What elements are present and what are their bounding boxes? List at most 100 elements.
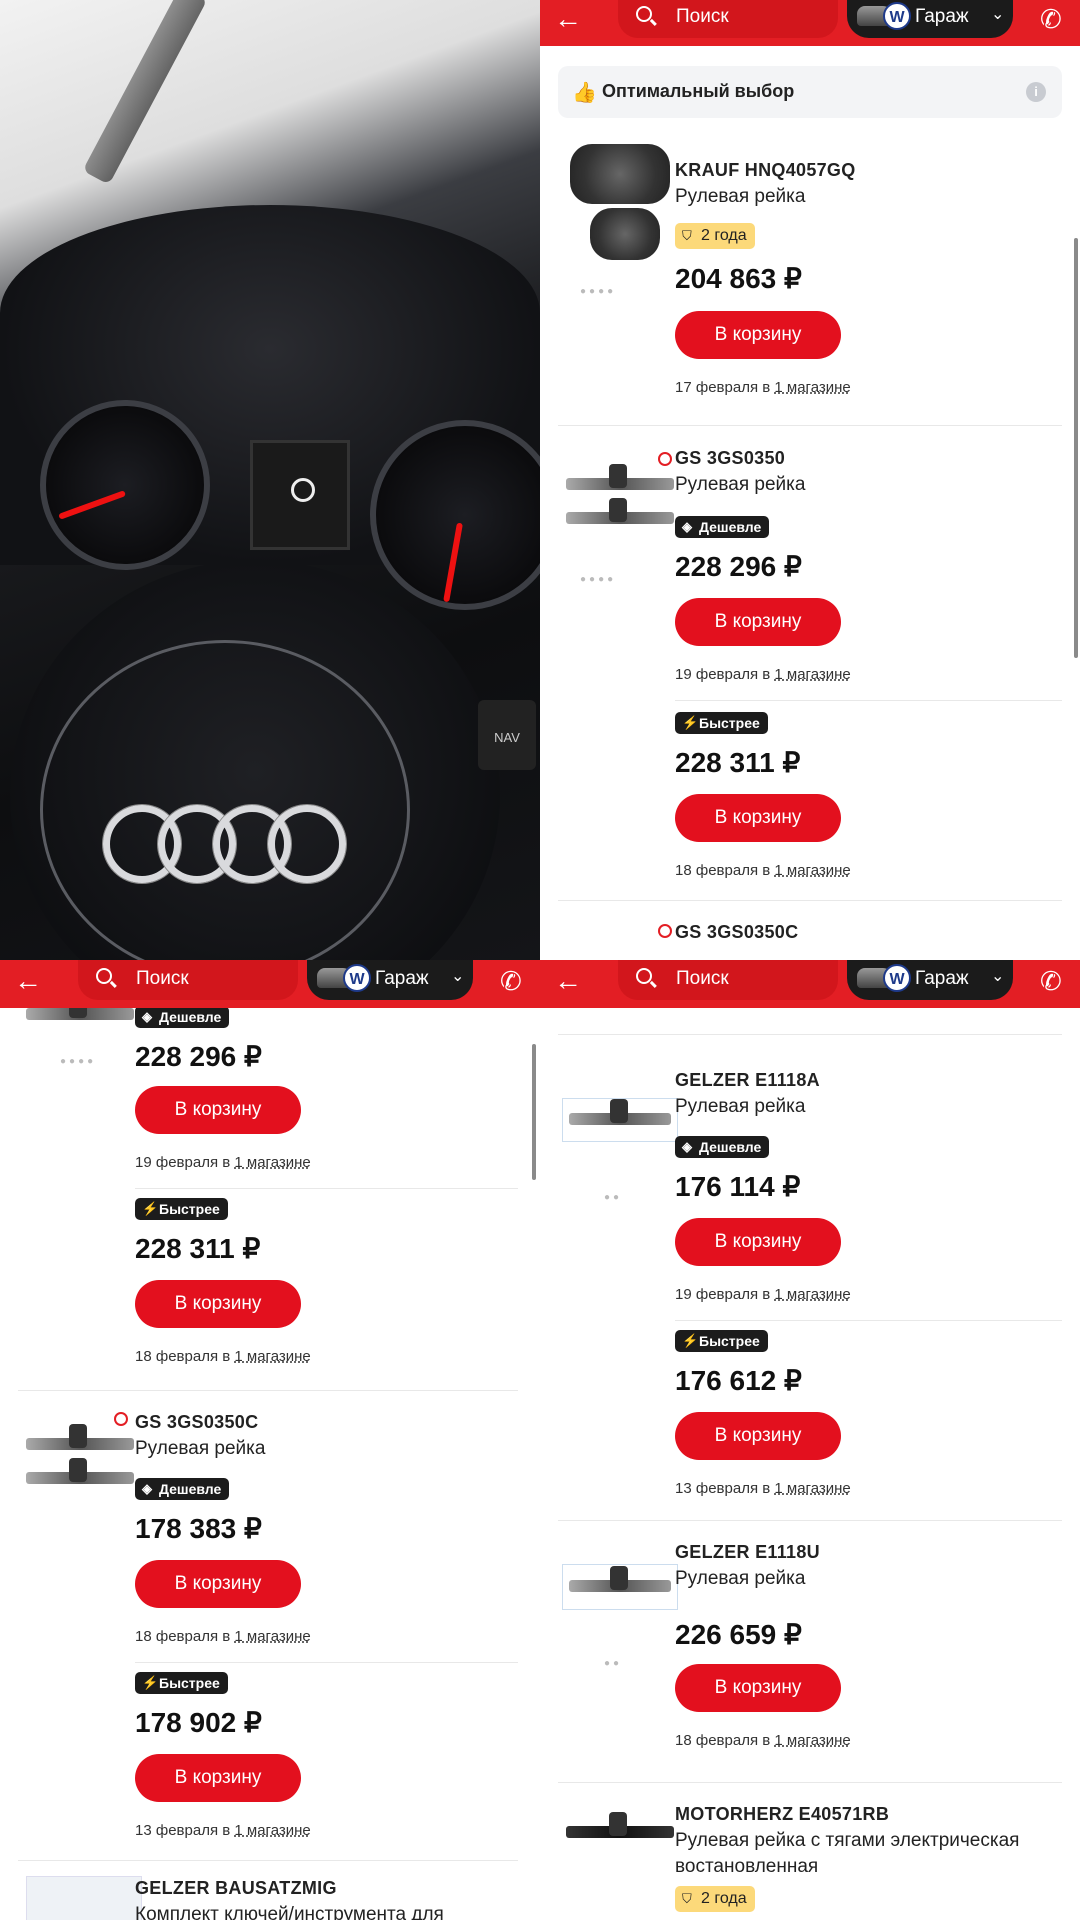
search-icon: [636, 968, 652, 984]
tachometer-gauge: [40, 400, 210, 570]
delivery-in: в: [222, 1348, 231, 1365]
delivery-in: в: [762, 666, 771, 683]
store-link[interactable]: 1 магазине: [234, 1154, 310, 1171]
store-link[interactable]: 1 магазине: [774, 1480, 850, 1497]
product-brand[interactable]: GS 3GS0350C: [675, 922, 798, 943]
steering-rack-shape: [569, 1566, 671, 1592]
delivery-in: в: [762, 862, 771, 879]
vw-logo-icon: W: [343, 964, 371, 992]
screenshot-top-right: 👍 Оптимальный выбор i ●●●● KRAUF HNQ4057…: [540, 0, 1080, 960]
add-to-cart-button[interactable]: В корзину: [675, 794, 841, 842]
garage-button[interactable]: W Гараж ⌄: [847, 960, 1013, 1000]
product-brand[interactable]: GS 3GS0350: [675, 448, 785, 469]
divider: [558, 1034, 1062, 1035]
search-placeholder: Поиск: [136, 968, 189, 989]
steering-rack-shape: [566, 1812, 674, 1838]
delivery-info: 13 февраля в 1 магазине: [135, 1822, 311, 1839]
phone-icon[interactable]: ✆: [1040, 4, 1062, 35]
search-placeholder: Поиск: [676, 968, 729, 989]
store-link[interactable]: 1 магазине: [234, 1628, 310, 1645]
steering-rack-shape: [26, 1424, 134, 1450]
product-name: Комплект ключей/инструмента для: [135, 1904, 444, 1920]
add-to-cart-button[interactable]: В корзину: [675, 598, 841, 646]
app-header: ← Поиск W Гараж ⌄ ✆: [0, 960, 540, 1008]
add-to-cart-button[interactable]: В корзину: [675, 1412, 841, 1460]
phone-icon[interactable]: ✆: [500, 966, 522, 997]
chevron-down-icon: ⌄: [991, 968, 1005, 985]
cheaper-label: Дешевле: [159, 1009, 222, 1025]
delivery-in: в: [222, 1628, 231, 1645]
delivery-info: 19 февраля в 1 магазине: [675, 666, 851, 683]
product-list[interactable]: 👍 Оптимальный выбор i ●●●● KRAUF HNQ4057…: [540, 38, 1080, 960]
product-brand[interactable]: MOTORHERZ E40571RB: [675, 1804, 889, 1825]
warranty-badge: ⛉ 2 года: [675, 1886, 755, 1912]
divider: [18, 1860, 518, 1861]
store-link[interactable]: 1 магазине: [774, 666, 850, 683]
product-image[interactable]: [562, 1098, 678, 1142]
info-icon[interactable]: i: [1026, 82, 1046, 102]
chevron-down-icon: ⌄: [451, 968, 465, 985]
product-image[interactable]: [562, 448, 678, 546]
product-image[interactable]: [562, 1564, 678, 1610]
store-link[interactable]: 1 магазине: [774, 379, 850, 396]
audi-logo-ring: [268, 805, 346, 883]
delivery-date: 18 февраля: [135, 1628, 219, 1645]
vw-logo-icon: W: [883, 2, 911, 30]
add-to-cart-button[interactable]: В корзину: [135, 1086, 301, 1134]
back-arrow-icon[interactable]: ←: [554, 5, 584, 33]
phone-icon[interactable]: ✆: [1040, 966, 1062, 997]
delivery-info: 19 февраля в 1 магазине: [135, 1154, 311, 1171]
store-link[interactable]: 1 магазине: [774, 862, 850, 879]
delivery-in: в: [762, 1732, 771, 1749]
product-name: Рулевая рейка: [675, 474, 806, 495]
add-to-cart-button[interactable]: В корзину: [675, 1218, 841, 1266]
divider: [558, 900, 1062, 901]
tag-icon: ◈: [142, 1009, 152, 1024]
image-pager-dots: ●●●●: [580, 574, 617, 585]
store-link[interactable]: 1 магазине: [234, 1348, 310, 1365]
instrument-display: [250, 440, 350, 550]
product-list[interactable]: ●● GELZER E1118A Рулевая рейка ◈ Дешевле …: [540, 1008, 1080, 1920]
back-arrow-icon[interactable]: ←: [554, 967, 584, 995]
garage-button[interactable]: W Гараж ⌄: [307, 960, 473, 1000]
product-image[interactable]: [22, 1008, 138, 1042]
add-to-cart-button[interactable]: В корзину: [135, 1754, 301, 1802]
product-brand[interactable]: KRAUF HNQ4057GQ: [675, 160, 856, 181]
store-link[interactable]: 1 магазине: [234, 1822, 310, 1839]
product-brand[interactable]: GELZER BAUSATZMIG: [135, 1878, 337, 1899]
back-arrow-icon[interactable]: ←: [14, 967, 44, 995]
product-brand[interactable]: GS 3GS0350C: [135, 1412, 258, 1433]
add-to-cart-button[interactable]: В корзину: [135, 1280, 301, 1328]
faster-label: Быстрее: [159, 1675, 220, 1691]
store-link[interactable]: 1 магазине: [774, 1732, 850, 1749]
steering-rack-shape: [26, 1008, 134, 1020]
add-to-cart-button[interactable]: В корзину: [135, 1560, 301, 1608]
product-name: Рулевая рейка: [675, 1096, 806, 1117]
product-list[interactable]: ●●●● ◈ Дешевле 228 296 ₽ В корзину 19 фев…: [0, 1008, 540, 1920]
scrollbar[interactable]: [1074, 238, 1078, 658]
faster-badge: ⚡ Быстрее: [675, 1330, 768, 1352]
product-brand[interactable]: GELZER E1118U: [675, 1542, 820, 1563]
product-name: Рулевая рейка с тягами электрическая вос…: [675, 1830, 1020, 1877]
search-field[interactable]: Поиск: [78, 960, 298, 1000]
warranty-badge: ⛉ 2 года: [675, 223, 755, 249]
delivery-info: 18 февраля в 1 магазине: [135, 1348, 311, 1365]
product-image[interactable]: [22, 1408, 138, 1506]
search-field[interactable]: Поиск: [618, 960, 838, 1000]
product-brand[interactable]: GELZER E1118A: [675, 1070, 820, 1091]
connector-shape: [570, 144, 670, 204]
add-to-cart-button[interactable]: В корзину: [675, 311, 841, 359]
product-image[interactable]: [26, 1876, 142, 1920]
product-price: 228 311 ₽: [135, 1233, 261, 1264]
store-link[interactable]: 1 магазине: [774, 1286, 850, 1303]
optimal-choice-banner: 👍 Оптимальный выбор i: [558, 66, 1062, 118]
scrollbar[interactable]: [532, 1044, 536, 1180]
product-price: 204 863 ₽: [675, 263, 802, 294]
search-icon: [96, 968, 112, 984]
search-field[interactable]: Поиск: [618, 0, 838, 38]
product-image[interactable]: [562, 140, 678, 264]
image-pager-dots: ●●●●: [580, 286, 617, 297]
add-to-cart-button[interactable]: В корзину: [675, 1664, 841, 1712]
garage-button[interactable]: W Гараж ⌄: [847, 0, 1013, 38]
product-image[interactable]: [562, 1812, 678, 1838]
